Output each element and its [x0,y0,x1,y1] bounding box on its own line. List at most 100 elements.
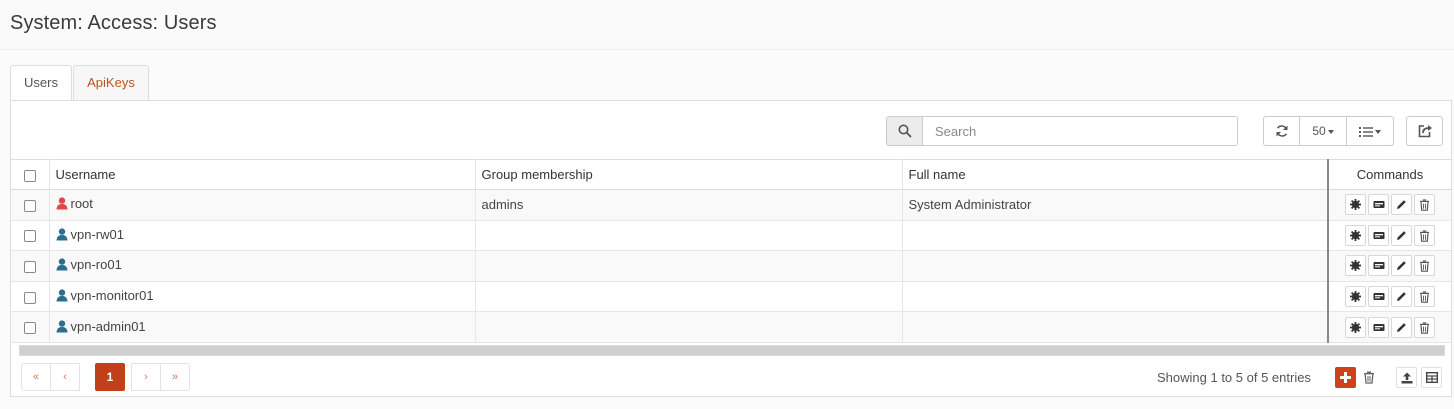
settings-button[interactable] [1345,286,1366,308]
table-row[interactable]: root admins System Administrator [11,189,1451,221]
trash-icon [1364,371,1374,384]
column-header-group[interactable]: Group membership [475,159,903,190]
upload-icon [1401,372,1413,384]
table-view-button[interactable] [1421,367,1442,388]
column-header-commands: Commands [1327,159,1451,190]
username-text: vpn-monitor01 [70,288,154,304]
delete-button[interactable] [1414,316,1435,338]
row-checkbox[interactable] [23,199,36,212]
user-icon [56,228,67,241]
edit-button[interactable] [1391,194,1412,216]
share-icon [1418,125,1432,138]
export-button[interactable] [1406,116,1443,146]
fullname-cell [902,220,1329,252]
add-user-button[interactable] [1335,367,1356,388]
user-icon [56,258,67,271]
otp-button[interactable] [1368,224,1389,246]
commands-cell [1327,220,1451,252]
horizontal-scrollbar[interactable] [19,345,1445,356]
column-header-fullname[interactable]: Full name [902,159,1329,190]
commands-cell [1327,311,1451,343]
row-select-cell [11,189,50,221]
fullname-cell [902,281,1329,313]
refresh-icon [1276,125,1288,137]
tab-apikeys[interactable]: ApiKeys [73,65,149,101]
page-1-button[interactable]: 1 [95,363,125,391]
fullname-cell [902,250,1329,282]
otp-button[interactable] [1368,286,1389,308]
first-page-button[interactable]: « [21,363,51,391]
delete-button[interactable] [1414,194,1435,216]
commands-cell [1327,250,1451,282]
row-checkbox[interactable] [23,291,36,304]
delete-button[interactable] [1414,255,1435,277]
last-page-button[interactable]: » [160,363,190,391]
settings-button[interactable] [1345,224,1366,246]
fullname-cell: System Administrator [902,189,1329,221]
otp-button[interactable] [1368,316,1389,338]
row-checkbox[interactable] [23,261,36,274]
page-header: System: Access: Users [0,0,1454,50]
row-select-cell [11,311,50,343]
otp-button[interactable] [1368,194,1389,216]
edit-button[interactable] [1391,316,1412,338]
username-text: root [70,196,93,212]
user-icon [56,289,67,302]
search-icon[interactable] [886,116,923,146]
table-row[interactable]: vpn-admin01 [11,311,1451,343]
chevron-down-icon [1327,129,1334,134]
entries-info: Showing 1 to 5 of 5 entries [1157,370,1311,385]
prev-page-button[interactable]: ‹ [50,363,80,391]
group-cell [475,220,903,252]
username-cell: root [49,189,476,221]
edit-button[interactable] [1391,224,1412,246]
next-page-button[interactable]: › [131,363,161,391]
username-cell: vpn-ro01 [49,250,476,282]
plus-icon [1340,372,1351,383]
group-cell [475,311,903,343]
page-title: System: Access: Users [10,12,217,34]
page-size-dropdown[interactable]: 50 [1299,116,1347,146]
delete-button[interactable] [1414,224,1435,246]
column-header-username[interactable]: Username [49,159,476,190]
settings-button[interactable] [1345,316,1366,338]
group-cell [475,250,903,282]
search-input[interactable] [922,116,1238,146]
table-header-row: Username Group membership Full name Comm… [11,159,1451,190]
table-row[interactable]: vpn-rw01 [11,220,1451,252]
username-text: vpn-rw01 [70,226,124,242]
row-select-cell [11,281,50,313]
row-select-cell [11,250,50,282]
edit-button[interactable] [1391,255,1412,277]
commands-cell [1327,281,1451,313]
refresh-button[interactable] [1263,116,1300,146]
otp-button[interactable] [1368,255,1389,277]
delete-button[interactable] [1414,286,1435,308]
username-cell: vpn-monitor01 [49,281,476,313]
table-icon [1426,372,1438,383]
table-row[interactable]: vpn-ro01 [11,250,1451,282]
commands-cell [1327,189,1451,221]
row-checkbox[interactable] [23,322,36,335]
chevron-down-icon [1375,129,1381,134]
settings-button[interactable] [1345,255,1366,277]
select-all-cell [11,159,50,190]
page-size-value: 50 [1312,124,1326,138]
settings-button[interactable] [1345,194,1366,216]
row-checkbox[interactable] [23,230,36,243]
list-icon [1359,126,1373,137]
table-row[interactable]: vpn-monitor01 [11,281,1451,313]
username-cell: vpn-rw01 [49,220,476,252]
user-icon [56,197,67,210]
edit-button[interactable] [1391,286,1412,308]
fullname-cell [902,311,1329,343]
row-select-cell [11,220,50,252]
group-cell [475,281,903,313]
upload-button[interactable] [1396,367,1417,388]
username-text: vpn-admin01 [70,318,146,334]
tab-users[interactable]: Users [10,65,72,102]
columns-dropdown[interactable] [1346,116,1394,146]
username-text: vpn-ro01 [70,257,122,273]
delete-selected-button[interactable] [1359,367,1380,388]
select-all-checkbox[interactable] [23,169,36,182]
